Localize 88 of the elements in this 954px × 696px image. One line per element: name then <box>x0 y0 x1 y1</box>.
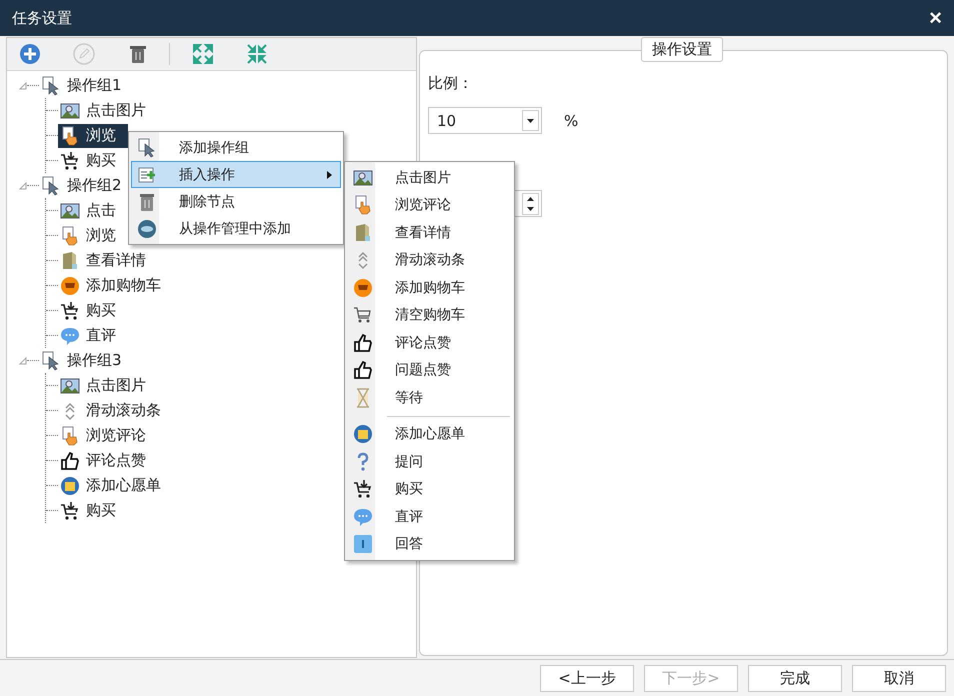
caret-icon <box>527 118 534 122</box>
tree-node[interactable]: 购买 <box>58 298 128 322</box>
menu-item[interactable]: 添加操作组 <box>131 134 341 161</box>
expander-icon[interactable] <box>19 356 27 364</box>
trash-icon <box>137 192 157 212</box>
menu-item[interactable]: 插入操作 <box>131 161 341 188</box>
menu-item[interactable]: 添加心愿单 <box>347 420 512 448</box>
tree-node[interactable]: 浏览 <box>58 224 128 248</box>
tree-node[interactable]: 操作组2 <box>39 174 134 198</box>
cart-icon <box>353 305 373 326</box>
globe-icon <box>137 218 157 238</box>
edit-icon <box>73 43 95 65</box>
menu-item[interactable]: 直评 <box>347 503 512 530</box>
dialog-button[interactable]: <上一步 <box>540 664 634 692</box>
gift-icon <box>353 424 373 444</box>
tree-node[interactable]: 查看详情 <box>58 248 158 272</box>
tree-node[interactable]: 直评 <box>58 324 128 348</box>
tree-node[interactable]: 点击图片 <box>58 98 158 122</box>
menu-item[interactable]: 滑动滚动条 <box>347 246 512 274</box>
window-title: 任务设置 <box>12 8 72 28</box>
cart-icon <box>60 500 80 520</box>
menu-item[interactable]: 浏览评论 <box>347 192 512 219</box>
add-list-icon <box>137 164 157 184</box>
tree-node[interactable]: 添加心愿单 <box>58 474 173 498</box>
collapse-icon <box>247 44 267 64</box>
add-icon <box>19 43 41 65</box>
menu-item[interactable]: 购买 <box>347 476 512 503</box>
cart-icon <box>60 300 80 320</box>
box-icon <box>60 250 80 270</box>
tree-node[interactable]: 操作组1 <box>39 74 134 98</box>
menu-item[interactable]: 查看详情 <box>347 219 512 246</box>
ratio-dropdown[interactable]: 10 <box>428 107 542 134</box>
image-icon <box>60 200 80 220</box>
hand-icon <box>60 126 80 146</box>
info-icon <box>353 534 373 554</box>
cart-icon <box>60 150 80 170</box>
dialog-button[interactable]: 取消 <box>852 664 946 692</box>
expander-icon[interactable] <box>19 182 27 190</box>
menu-item[interactable]: 添加购物车 <box>347 274 512 302</box>
menu-item[interactable]: 删除节点 <box>131 188 341 215</box>
hand-icon <box>353 195 373 216</box>
expand-icon <box>193 44 213 64</box>
trash-icon <box>129 44 147 64</box>
pointer-icon <box>41 176 61 196</box>
pointer-icon <box>41 350 61 370</box>
menu-item[interactable]: 评论点赞 <box>347 329 512 356</box>
tree-node[interactable]: 操作组3 <box>39 348 134 372</box>
gift-icon <box>60 476 80 496</box>
menu-item[interactable]: 点击图片 <box>347 164 512 192</box>
tree-node[interactable]: 购买 <box>58 498 128 522</box>
tree-node[interactable]: 添加购物车 <box>58 274 173 298</box>
tree-node[interactable]: 点击图片 <box>58 374 158 398</box>
thumbs-up-icon <box>353 360 373 380</box>
dialog-button[interactable]: 完成 <box>748 664 842 692</box>
cart-icon <box>353 479 373 500</box>
close-button[interactable]: × <box>929 5 942 31</box>
chat-icon <box>60 326 80 346</box>
up-caret-icon[interactable] <box>527 196 534 200</box>
menu-item[interactable]: 问题点赞 <box>347 356 512 384</box>
image-icon <box>60 100 80 120</box>
thumbs-up-icon <box>60 450 80 470</box>
tree-node[interactable]: 点击 <box>58 198 128 222</box>
menu-item[interactable]: 提问 <box>347 448 512 476</box>
tree-node[interactable]: 浏览评论 <box>58 424 158 448</box>
tree-node[interactable]: 评论点赞 <box>58 448 158 472</box>
box-icon <box>353 222 373 243</box>
pointer-icon <box>137 138 157 158</box>
cart-icon <box>353 278 373 298</box>
menu-item[interactable]: 从操作管理中添加 <box>131 215 341 242</box>
cart-icon <box>60 276 80 296</box>
thumbs-up-icon <box>353 332 373 353</box>
tree-node[interactable]: 滑动滚动条 <box>58 398 173 422</box>
group-legend: 操作设置 <box>641 37 723 62</box>
menu-item[interactable]: 清空购物车 <box>347 302 512 329</box>
expander-icon[interactable] <box>19 82 27 90</box>
tree-node[interactable]: 浏览 <box>58 124 128 148</box>
chat-icon <box>353 506 373 527</box>
menu-item[interactable]: 等待 <box>347 384 512 412</box>
down-caret-icon[interactable] <box>527 206 534 210</box>
menu-item[interactable]: 回答 <box>347 530 512 558</box>
ratio-label: 比例： <box>428 72 474 94</box>
image-icon <box>60 376 80 396</box>
unit-label: % <box>564 112 578 130</box>
hand-icon <box>60 426 80 446</box>
hand-icon <box>60 226 80 246</box>
image-icon <box>353 168 373 188</box>
tree-node[interactable]: 购买 <box>58 148 128 172</box>
pointer-icon <box>41 76 61 96</box>
